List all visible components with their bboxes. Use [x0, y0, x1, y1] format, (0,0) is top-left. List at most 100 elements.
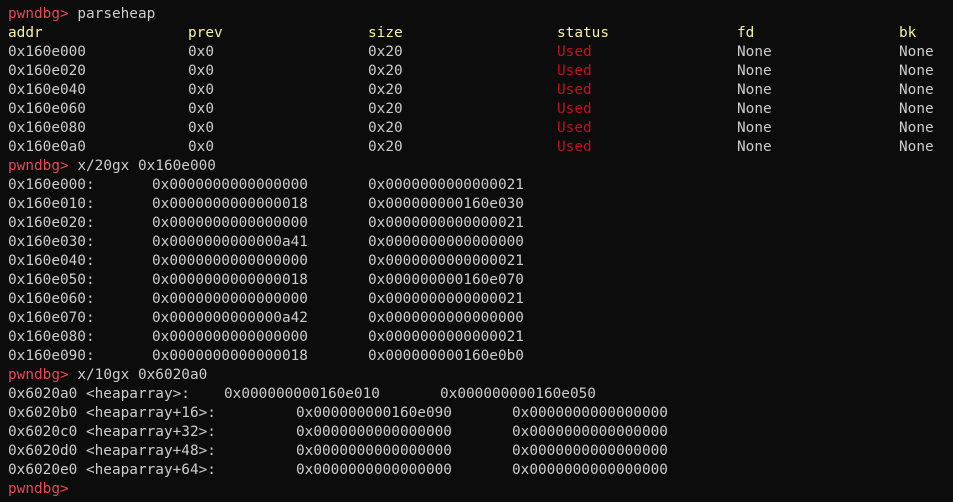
table-row: 0x160e020 0x0 0x20 Used None None: [8, 62, 945, 81]
cell-bk: None: [899, 63, 934, 79]
table-row: 0x160e000 0x0 0x20 Used None None: [8, 43, 945, 62]
col-header-addr: addr: [8, 25, 43, 41]
dump-word-1: 0x0000000000000000: [152, 291, 308, 307]
command-line: pwndbg> parseheap: [8, 5, 945, 24]
command-line: pwndbg> x/20gx 0x160e000: [8, 157, 945, 176]
dump-word-1: 0x0000000000000000: [152, 215, 308, 231]
dump-address: 0x6020b0 <heaparray+16>:: [8, 405, 216, 421]
memory-row: 0x6020a0 <heaparray>: 0x000000000160e010 0…: [8, 385, 945, 404]
dump-address: 0x160e030:: [8, 234, 95, 250]
cell-fd: None: [737, 120, 772, 136]
cell-status: Used: [557, 120, 592, 136]
dump-address: 0x160e080:: [8, 329, 95, 345]
cell-fd: None: [737, 44, 772, 60]
dump-word-1: 0x0000000000000000: [296, 443, 452, 459]
memory-row: 0x160e060: 0x0000000000000000 0x0000000000…: [8, 290, 945, 309]
col-header-fd: fd: [737, 25, 755, 41]
memory-row: 0x6020c0 <heaparray+32>: 0x00000000000000…: [8, 423, 945, 442]
dump-word-1: 0x0000000000000a41: [152, 234, 308, 250]
memory-row: 0x160e010: 0x0000000000000018 0x0000000001…: [8, 195, 945, 214]
dump-word-2: 0x0000000000000021: [368, 291, 524, 307]
dump-address: 0x6020a0 <heaparray>:: [8, 386, 190, 402]
dump-word-1: 0x0000000000000018: [152, 348, 308, 364]
shell-prompt: pwndbg>: [8, 481, 69, 497]
dump-word-2: 0x0000000000000021: [368, 253, 524, 269]
cell-status: Used: [557, 139, 592, 155]
cell-status: Used: [557, 44, 592, 60]
cell-status: Used: [557, 101, 592, 117]
dump-word-2: 0x0000000000000021: [368, 177, 524, 193]
cell-size: 0x20: [368, 63, 403, 79]
table-row: 0x160e080 0x0 0x20 Used None None: [8, 119, 945, 138]
cell-status: Used: [557, 82, 592, 98]
dump-address: 0x6020d0 <heaparray+48>:: [8, 443, 216, 459]
dump-word-1: 0x0000000000000000: [152, 329, 308, 345]
command-text: x/10gx 0x6020a0: [77, 367, 208, 383]
dump-address: 0x160e040:: [8, 253, 95, 269]
dump-word-2: 0x0000000000000000: [512, 462, 668, 478]
cell-addr: 0x160e040: [8, 82, 86, 98]
cell-addr: 0x160e080: [8, 120, 86, 136]
dump-word-2: 0x0000000000000000: [512, 424, 668, 440]
col-header-bk: bk: [899, 25, 917, 41]
cell-size: 0x20: [368, 139, 403, 155]
dump-word-2: 0x000000000160e030: [368, 196, 524, 212]
dump-word-1: 0x000000000160e090: [296, 405, 452, 421]
memory-dump-1: 0x160e000: 0x0000000000000000 0x0000000000…: [8, 176, 945, 366]
active-command-line[interactable]: pwndbg>: [8, 480, 945, 499]
cell-addr: 0x160e020: [8, 63, 86, 79]
shell-prompt: pwndbg>: [8, 6, 69, 22]
col-header-prev: prev: [188, 25, 223, 41]
dump-word-1: 0x0000000000000018: [152, 272, 308, 288]
memory-row: 0x6020d0 <heaparray+48>: 0x00000000000000…: [8, 442, 945, 461]
col-header-size: size: [368, 25, 403, 41]
cell-bk: None: [899, 120, 934, 136]
dump-address: 0x160e010:: [8, 196, 95, 212]
terminal-window[interactable]: pwndbg> parseheap addr prev size status …: [0, 0, 953, 499]
cell-bk: None: [899, 101, 934, 117]
cell-fd: None: [737, 139, 772, 155]
cell-prev: 0x0: [188, 139, 214, 155]
dump-word-2: 0x0000000000000021: [368, 329, 524, 345]
dump-word-1: 0x000000000160e010: [224, 386, 380, 402]
dump-word-2: 0x0000000000000000: [368, 234, 524, 250]
memory-row: 0x160e070: 0x0000000000000a42 0x0000000000…: [8, 309, 945, 328]
parseheap-table: 0x160e000 0x0 0x20 Used None None 0x160e020 0x0…: [8, 43, 945, 157]
dump-address: 0x160e060:: [8, 291, 95, 307]
cell-size: 0x20: [368, 120, 403, 136]
dump-address: 0x6020c0 <heaparray+32>:: [8, 424, 216, 440]
dump-word-1: 0x0000000000000000: [296, 424, 452, 440]
memory-row: 0x160e080: 0x0000000000000000 0x0000000000…: [8, 328, 945, 347]
dump-address: 0x160e070:: [8, 310, 95, 326]
memory-row: 0x6020b0 <heaparray+16>: 0x000000000160e0…: [8, 404, 945, 423]
parseheap-header-row: addr prev size status fd bk: [8, 24, 945, 43]
memory-dump-2: 0x6020a0 <heaparray>: 0x000000000160e010 0…: [8, 385, 945, 480]
table-row: 0x160e0a0 0x0 0x20 Used None None: [8, 138, 945, 157]
dump-word-2: 0x000000000160e050: [440, 386, 596, 402]
cell-prev: 0x0: [188, 120, 214, 136]
dump-word-2: 0x0000000000000000: [512, 443, 668, 459]
dump-word-2: 0x0000000000000021: [368, 215, 524, 231]
cell-addr: 0x160e060: [8, 101, 86, 117]
cell-addr: 0x160e000: [8, 44, 86, 60]
memory-row: 0x6020e0 <heaparray+64>: 0x00000000000000…: [8, 461, 945, 480]
dump-word-1: 0x0000000000000000: [152, 177, 308, 193]
cell-bk: None: [899, 44, 934, 60]
cell-bk: None: [899, 82, 934, 98]
memory-row: 0x160e050: 0x0000000000000018 0x0000000001…: [8, 271, 945, 290]
cell-prev: 0x0: [188, 44, 214, 60]
col-header-status: status: [557, 25, 609, 41]
cell-size: 0x20: [368, 82, 403, 98]
cell-prev: 0x0: [188, 63, 214, 79]
shell-prompt: pwndbg>: [8, 158, 69, 174]
cell-addr: 0x160e0a0: [8, 139, 86, 155]
cell-prev: 0x0: [188, 101, 214, 117]
command-line: pwndbg> x/10gx 0x6020a0: [8, 366, 945, 385]
shell-prompt: pwndbg>: [8, 367, 69, 383]
memory-row: 0x160e090: 0x0000000000000018 0x0000000001…: [8, 347, 945, 366]
cell-prev: 0x0: [188, 82, 214, 98]
command-text: parseheap: [77, 6, 156, 22]
dump-word-2: 0x000000000160e0b0: [368, 348, 524, 364]
cell-fd: None: [737, 82, 772, 98]
dump-address: 0x160e020:: [8, 215, 95, 231]
